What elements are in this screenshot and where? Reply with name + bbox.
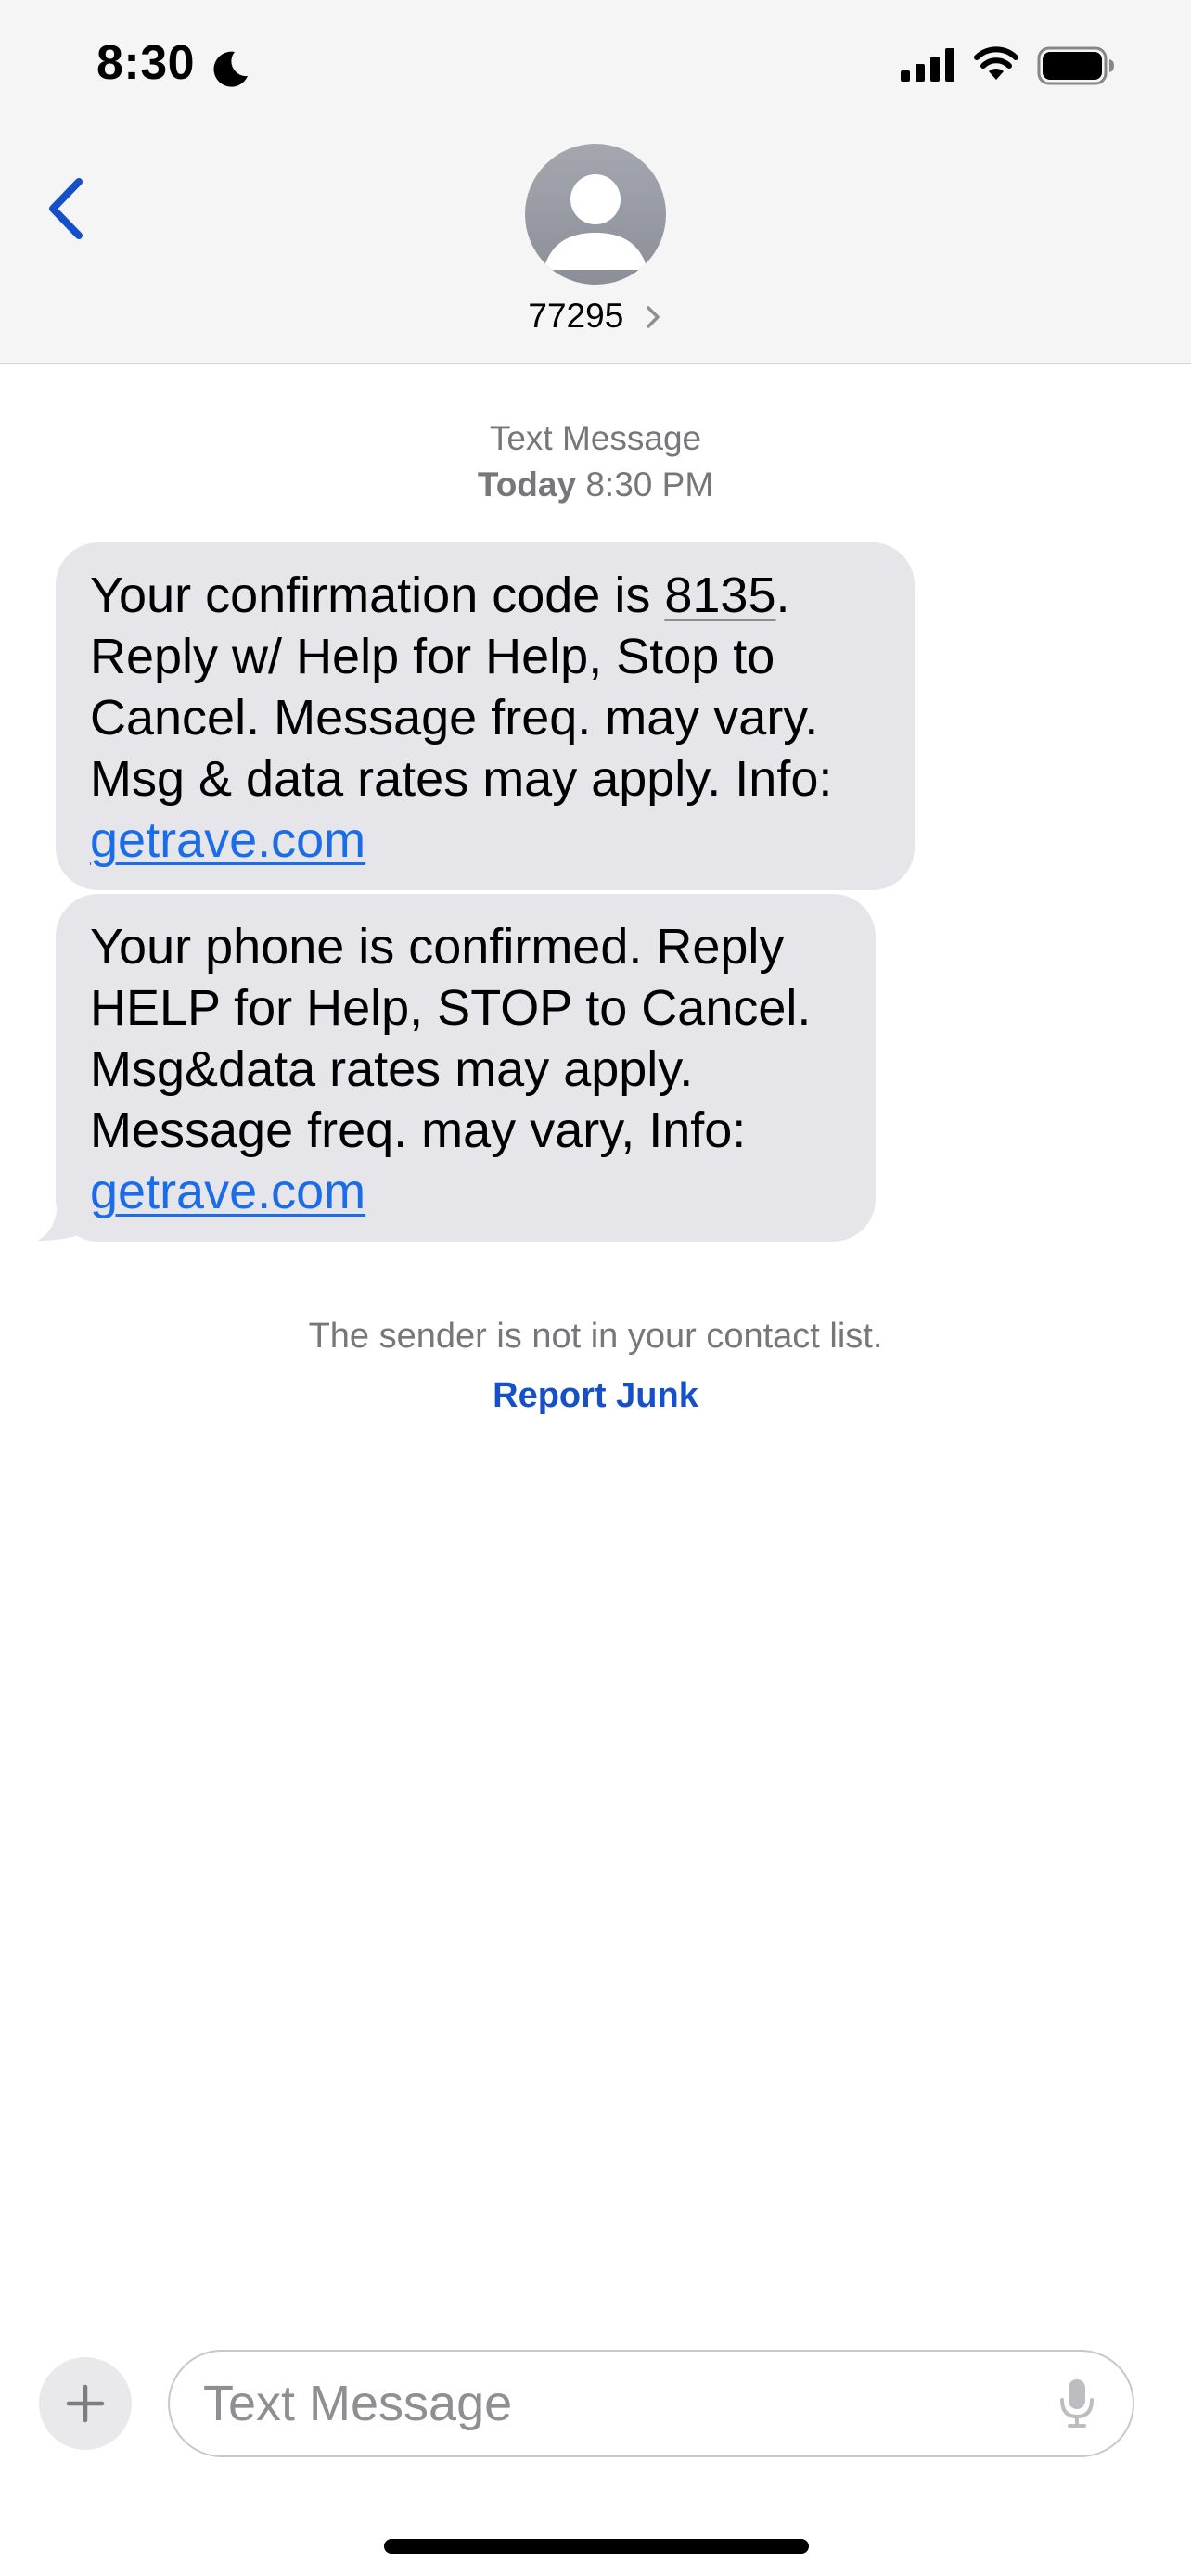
contact-name-label: 77295	[528, 297, 624, 335]
wifi-icon	[974, 46, 1018, 80]
back-button[interactable]	[33, 169, 98, 249]
battery-icon	[1037, 46, 1114, 85]
status-time: 8:30	[96, 36, 196, 90]
message-line: Your phone is confirmed. Reply	[90, 919, 785, 975]
plus-icon	[66, 2384, 105, 2423]
home-indicator	[384, 2539, 809, 2554]
message-link[interactable]: getrave.com	[90, 812, 365, 868]
message-line: getrave.com	[90, 810, 881, 871]
microphone-icon[interactable]	[1058, 2378, 1095, 2429]
service-label: Text Message	[489, 419, 702, 457]
message-line: Message freq. may vary, Info:	[90, 1103, 747, 1158]
chevron-right-icon	[646, 306, 660, 328]
person-silhouette-icon	[544, 174, 647, 270]
timestamp-time: 8:30 PM	[585, 465, 714, 504]
message-composer	[168, 2350, 1134, 2457]
moon-icon	[213, 51, 248, 87]
message-input[interactable]	[203, 2352, 1019, 2455]
message-meta: Text Message Today 8:30 PM	[0, 415, 1191, 508]
message-line: getrave.com	[90, 1161, 842, 1222]
message-line: Your confirmation code is 8135.	[90, 565, 881, 626]
signal-icon	[901, 48, 954, 82]
message-text: Your confirmation code is	[90, 567, 665, 623]
report-junk-link[interactable]: Report Junk	[0, 1376, 1191, 1416]
apps-plus-button[interactable]	[39, 2357, 132, 2450]
message-line: Cancel. Message freq. may vary.	[90, 690, 819, 746]
timestamp: Today 8:30 PM	[0, 462, 1191, 508]
message-line: Msg & data rates may apply. Info:	[90, 751, 833, 807]
bubble-tail	[37, 1191, 91, 1241]
message-text: .	[775, 567, 790, 623]
message-bubble[interactable]: Your confirmation code is 8135. Reply w/…	[56, 542, 915, 890]
message-line: Msg&data rates may apply.	[90, 1041, 694, 1097]
confirmation-code[interactable]: 8135	[664, 567, 775, 623]
sender-note: The sender is not in your contact list.	[308, 1317, 883, 1356]
contact-name[interactable]: 77295	[0, 297, 1191, 336]
chevron-left-icon	[49, 178, 83, 239]
message-link[interactable]: getrave.com	[90, 1164, 365, 1219]
contact-avatar[interactable]	[525, 144, 666, 285]
conversation-header: 8:30 77295	[0, 0, 1191, 364]
timestamp-day: Today	[477, 465, 577, 504]
message-line: HELP for Help, STOP to Cancel.	[90, 980, 812, 1036]
message-line: Reply w/ Help for Help, Stop to	[90, 629, 775, 684]
message-bubble[interactable]: Your phone is confirmed. Reply HELP for …	[56, 894, 876, 1242]
